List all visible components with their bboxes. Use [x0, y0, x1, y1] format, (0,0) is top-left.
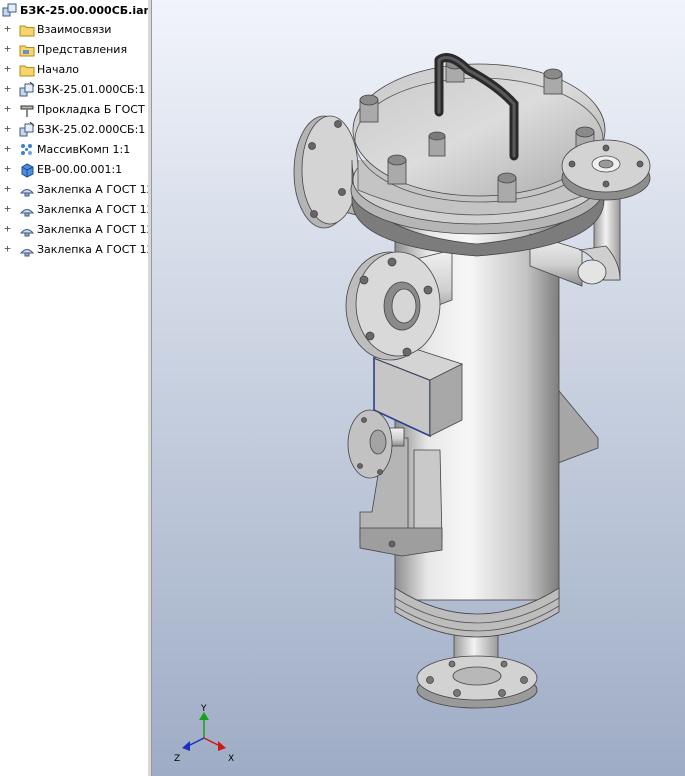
rivet-part-icon	[19, 209, 35, 217]
expand-toggle-icon[interactable]: +	[3, 223, 12, 234]
rivet-part-icon	[19, 189, 35, 197]
subassembly-icon	[19, 82, 35, 97]
browser-item[interactable]: + МассивКомп 1:1	[0, 140, 148, 160]
component-pattern-icon	[21, 144, 32, 155]
browser-item-label: Заклепка А ГОСТ 126	[37, 223, 149, 236]
folder-icon	[19, 25, 35, 37]
browser-item-label: Прокладка Б ГОСТ 15	[37, 103, 148, 116]
browser-item[interactable]: + БЗК-25.01.000СБ:1	[0, 80, 148, 100]
expand-toggle-icon[interactable]: +	[3, 103, 12, 114]
representations-folder-icon	[19, 45, 35, 57]
expand-toggle-icon[interactable]: +	[3, 163, 12, 174]
browser-item[interactable]: + БЗК-25.02.000СБ:1	[0, 120, 148, 140]
outlet-flange	[561, 139, 651, 201]
expand-toggle-icon[interactable]: +	[3, 23, 12, 34]
browser-item-label: Заклепка А ГОСТ 126	[37, 183, 149, 196]
expand-toggle-icon[interactable]: +	[3, 63, 12, 74]
browser-item[interactable]: + Заклепка А ГОСТ 126	[0, 200, 149, 220]
browser-item[interactable]: + Представления	[0, 40, 148, 60]
browser-item[interactable]: + ЕВ-00.00.001:1	[0, 160, 148, 180]
expand-toggle-icon[interactable]: +	[3, 243, 12, 254]
browser-root-assembly[interactable]: БЗК-25.00.000СБ.iam	[0, 0, 149, 20]
library-part-icon	[20, 105, 34, 117]
browser-item[interactable]: + Заклепка А ГОСТ 126	[0, 180, 149, 200]
browser-item[interactable]: + Прокладка Б ГОСТ 15	[0, 100, 148, 120]
model-browser: БЗК-25.00.000СБ.iam + Взаимосвязи + Предста…	[0, 0, 149, 776]
expand-toggle-icon[interactable]: +	[3, 83, 12, 94]
folder-icon	[19, 65, 35, 77]
part-icon	[21, 163, 34, 178]
x-axis-label: X	[228, 754, 234, 764]
browser-item-label: БЗК-25.01.000СБ:1	[37, 83, 146, 96]
browser-root-label: БЗК-25.00.000СБ.iam	[20, 4, 149, 17]
browser-item-label: БЗК-25.02.000СБ:1	[37, 123, 146, 136]
browser-item[interactable]: + Взаимосвязи	[0, 20, 148, 40]
model-view: Y X Z	[152, 0, 685, 776]
rivet-part-icon	[19, 249, 35, 257]
browser-item-label: ЕВ-00.00.001:1	[37, 163, 123, 176]
expand-toggle-icon[interactable]: +	[3, 123, 12, 134]
expand-toggle-icon[interactable]: +	[3, 43, 12, 54]
expand-toggle-icon[interactable]: +	[3, 203, 12, 214]
browser-item-label: Представления	[37, 43, 128, 56]
expand-toggle-icon[interactable]: +	[3, 143, 12, 154]
browser-item[interactable]: + Начало	[0, 60, 148, 80]
assembly-icon	[2, 3, 17, 17]
z-axis-label: Z	[174, 754, 180, 764]
browser-item-label: Взаимосвязи	[37, 23, 112, 36]
browser-item-label: Заклепка А ГОСТ 126	[37, 243, 149, 256]
subassembly-icon	[19, 122, 35, 137]
browser-item-label: МассивКомп 1:1	[37, 143, 131, 156]
y-axis-label: Y	[200, 704, 207, 714]
expand-toggle-icon[interactable]: +	[3, 183, 12, 194]
graphics-viewport[interactable]: Y X Z	[152, 0, 685, 776]
browser-item-label: Начало	[37, 63, 80, 76]
browser-item[interactable]: + Заклепка А ГОСТ 126	[0, 220, 149, 240]
browser-item-label: Заклепка А ГОСТ 126	[37, 203, 149, 216]
rivet-part-icon	[19, 229, 35, 237]
browser-item[interactable]: + Заклепка А ГОСТ 126	[0, 240, 149, 260]
